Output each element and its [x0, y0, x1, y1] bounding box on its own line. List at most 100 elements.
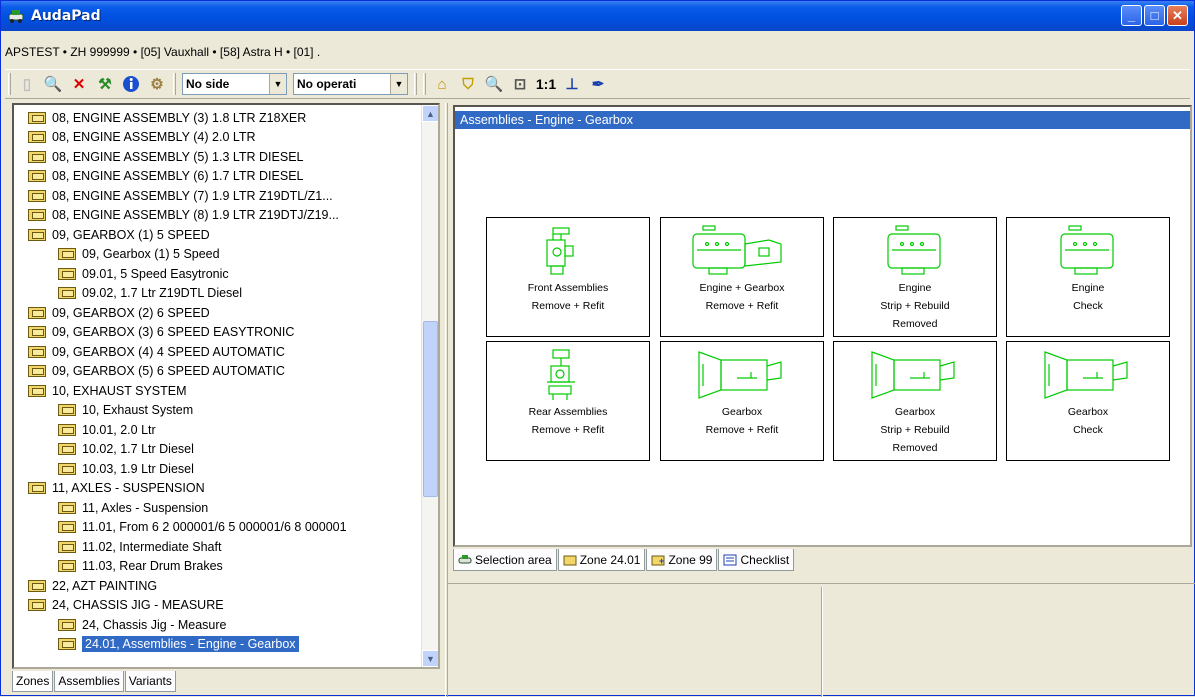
tree-item-label: 10.01, 2.0 Ltr	[82, 422, 156, 437]
tree-zone-item[interactable]: 11, Axles - Suspension	[14, 498, 422, 518]
zone-folder-icon	[28, 482, 46, 495]
tree-group-item[interactable]: 08, ENGINE ASSEMBLY (7) 1.9 LTR Z19DTL/Z…	[14, 186, 422, 206]
tree-group-item[interactable]: 08, ENGINE ASSEMBLY (6) 1.7 LTR DIESEL	[14, 167, 422, 187]
tree-zone-item[interactable]: 09, Gearbox (1) 5 Speed	[14, 245, 422, 265]
home-icon[interactable]: ⌂	[431, 73, 453, 95]
tree-group-item[interactable]: 08, ENGINE ASSEMBLY (8) 1.9 LTR Z19DTJ/Z…	[14, 206, 422, 226]
chevron-down-icon[interactable]: ▼	[269, 74, 286, 94]
zone-folder-icon	[58, 560, 76, 573]
align-icon[interactable]: ⊥	[561, 73, 583, 95]
tools-icon[interactable]: ⚒	[94, 73, 116, 95]
operation-card[interactable]: Front Assemblies Remove + Refit	[486, 217, 650, 337]
card-label-line-1: Engine	[898, 282, 932, 294]
zone-folder-icon	[28, 345, 46, 358]
card-label-line-2: Strip + Rebuild	[880, 300, 950, 312]
tab-selection-area[interactable]: Selection area	[453, 549, 557, 571]
front-assemblies-icon	[487, 222, 649, 280]
tree-group-item[interactable]: 24, CHASSIS JIG - MEASURE	[14, 596, 422, 616]
operation-card[interactable]: Engine + Gearbox Remove + Refit	[660, 217, 824, 337]
zone-folder-icon	[58, 248, 76, 261]
tree-zone-item[interactable]: 11.01, From 6 2 000001/6 5 000001/6 8 00…	[14, 518, 422, 538]
tab-variants[interactable]: Variants	[124, 671, 176, 692]
close-button[interactable]: ✕	[1167, 5, 1188, 26]
card-label-line-2: Remove + Refit	[705, 424, 779, 436]
zone-tree: 08, ENGINE ASSEMBLY (3) 1.8 LTR Z18XER 08…	[12, 103, 440, 669]
delete-icon[interactable]: ✕	[68, 73, 90, 95]
shield-icon[interactable]: ⛉	[457, 73, 479, 95]
card-label-line-1: Engine + Gearbox	[699, 282, 785, 294]
title-bar[interactable]: AudaPad _ □ ✕	[1, 1, 1194, 31]
tab-zones[interactable]: Zones	[12, 671, 54, 692]
tree-zone-item[interactable]: 11.03, Rear Drum Brakes	[14, 557, 422, 577]
settings-gear-icon[interactable]: ⚙	[146, 73, 168, 95]
tab-checklist[interactable]: Checklist	[718, 549, 795, 571]
app-window: AudaPad _ □ ✕ APSTEST • ZH 999999 • [05]…	[0, 0, 1195, 697]
tree-group-item[interactable]: 22, AZT PAINTING	[14, 576, 422, 596]
side-select[interactable]: No side ▼	[182, 73, 287, 95]
card-label-line-1: Gearbox	[1067, 406, 1109, 418]
search-document-icon[interactable]: 🔍	[42, 73, 64, 95]
tree-item-label: 24, CHASSIS JIG - MEASURE	[52, 598, 224, 613]
tree-scrollbar[interactable]: ▲ ▼	[421, 105, 438, 667]
tab-zone-24-01[interactable]: Zone 24.01	[557, 549, 646, 571]
info-icon[interactable]	[120, 73, 142, 95]
tree-zone-item[interactable]: 09.01, 5 Speed Easytronic	[14, 264, 422, 284]
tree-zone-item[interactable]: 24, Chassis Jig - Measure	[14, 615, 422, 635]
tree-group-item[interactable]: 08, ENGINE ASSEMBLY (3) 1.8 LTR Z18XER	[14, 108, 422, 128]
minimize-button[interactable]: _	[1121, 5, 1142, 26]
tab-zone-99-label: Zone 99	[668, 552, 713, 567]
tree-zone-item[interactable]: 10.01, 2.0 Ltr	[14, 420, 422, 440]
tree-item-label: 09, GEARBOX (4) 4 SPEED AUTOMATIC	[52, 344, 285, 359]
card-label-line-2: Strip + Rebuild	[880, 424, 950, 436]
zone-folder-icon	[58, 521, 76, 534]
tree-group-item[interactable]: 09, GEARBOX (3) 6 SPEED EASYTRONIC	[14, 323, 422, 343]
zone-folder-icon	[28, 189, 46, 202]
scroll-up-arrow-icon[interactable]: ▲	[422, 105, 438, 122]
zone-folder-icon	[28, 228, 46, 241]
tree-group-item[interactable]: 09, GEARBOX (5) 6 SPEED AUTOMATIC	[14, 362, 422, 382]
operation-card[interactable]: Engine Check	[1006, 217, 1170, 337]
tree-item-label: 10.02, 1.7 Ltr Diesel	[82, 442, 194, 457]
zoom-actual-icon[interactable]: 1:1	[535, 73, 557, 95]
tree-group-item[interactable]: 08, ENGINE ASSEMBLY (4) 2.0 LTR	[14, 128, 422, 148]
operation-card[interactable]: Gearbox Strip + Rebuild Removed	[833, 341, 997, 461]
toolbar-grip[interactable]	[8, 73, 11, 95]
card-label-line-2: Remove + Refit	[705, 300, 779, 312]
tree-zone-item[interactable]: 10, Exhaust System	[14, 401, 422, 421]
tree-group-item[interactable]: 09, GEARBOX (1) 5 SPEED	[14, 225, 422, 245]
tab-assemblies[interactable]: Assemblies	[54, 671, 124, 692]
zoom-area-icon[interactable]: ⊡	[509, 73, 531, 95]
tree-group-item[interactable]: 08, ENGINE ASSEMBLY (5) 1.3 LTR DIESEL	[14, 147, 422, 167]
new-document-icon[interactable]: ▯	[16, 73, 38, 95]
zone-folder-icon	[58, 638, 76, 651]
tree-zone-item[interactable]: 11.02, Intermediate Shaft	[14, 537, 422, 557]
maximize-button[interactable]: □	[1144, 5, 1165, 26]
tree-zone-item[interactable]: 09.02, 1.7 Ltr Z19DTL Diesel	[14, 284, 422, 304]
zone-folder-icon	[28, 131, 46, 144]
zone-folder-icon	[28, 306, 46, 319]
tree-zone-item[interactable]: 10.03, 1.9 Ltr Diesel	[14, 459, 422, 479]
tree-list: 08, ENGINE ASSEMBLY (3) 1.8 LTR Z18XER 08…	[14, 108, 422, 654]
tree-item-label: 11.02, Intermediate Shaft	[82, 539, 222, 554]
folder-icon	[563, 554, 577, 566]
tree-zone-item[interactable]: 24.01, Assemblies - Engine - Gearbox	[14, 635, 422, 655]
scroll-down-arrow-icon[interactable]: ▼	[422, 650, 438, 667]
operation-card[interactable]: Gearbox Check	[1006, 341, 1170, 461]
tree-group-item[interactable]: 09, GEARBOX (4) 4 SPEED AUTOMATIC	[14, 342, 422, 362]
zone-folder-icon	[58, 423, 76, 436]
operation-card[interactable]: Gearbox Remove + Refit	[660, 341, 824, 461]
tree-item-label: 09, GEARBOX (1) 5 SPEED	[52, 227, 210, 242]
tab-zone-99[interactable]: + Zone 99	[646, 549, 718, 571]
tree-group-item[interactable]: 10, EXHAUST SYSTEM	[14, 381, 422, 401]
chevron-down-icon[interactable]: ▼	[390, 74, 407, 94]
tree-zone-item[interactable]: 10.02, 1.7 Ltr Diesel	[14, 440, 422, 460]
tree-group-item[interactable]: 11, AXLES - SUSPENSION	[14, 479, 422, 499]
gearbox-icon	[661, 346, 823, 404]
operation-card[interactable]: Engine Strip + Rebuild Removed	[833, 217, 997, 337]
tree-group-item[interactable]: 09, GEARBOX (2) 6 SPEED	[14, 303, 422, 323]
operation-card[interactable]: Rear Assemblies Remove + Refit	[486, 341, 650, 461]
operation-select[interactable]: No operati ▼	[293, 73, 408, 95]
zoom-icon[interactable]: 🔍	[483, 73, 505, 95]
pen-icon[interactable]: ✒	[587, 73, 609, 95]
scroll-thumb[interactable]	[423, 321, 438, 497]
